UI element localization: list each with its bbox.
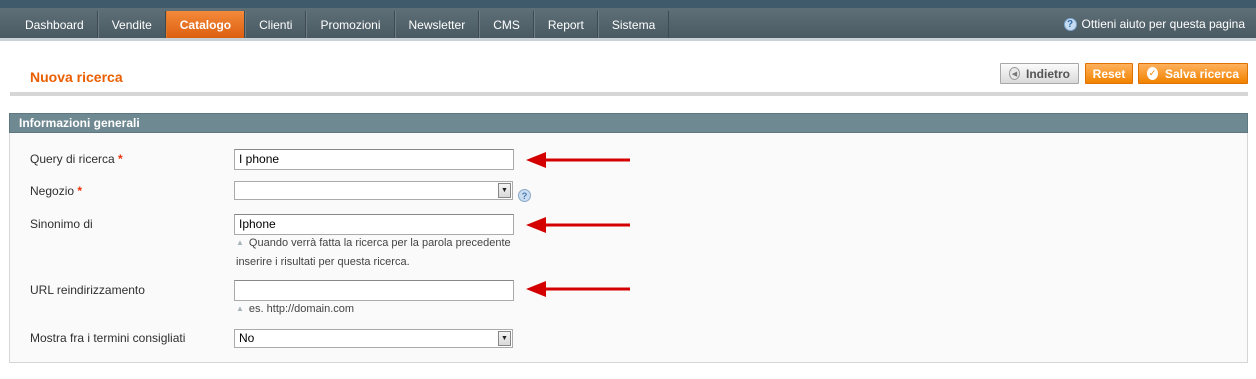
header-divider [10,92,1248,96]
nav-dashboard[interactable]: Dashboard [12,11,98,38]
nav-items: Dashboard Vendite Catalogo Clienti Promo… [12,11,670,38]
redirect-url-input[interactable] [234,280,514,301]
nav-sistema[interactable]: Sistema [597,11,670,38]
save-button-label: Salva ricerca [1164,66,1239,81]
help-icon: ? [1063,17,1077,31]
synonym-input[interactable]: Iphone [234,214,514,235]
triangle-up-icon: ▲ [236,304,244,313]
arrow-left-icon: ◀ [1009,67,1020,80]
nav-catalogo[interactable]: Catalogo [165,11,246,38]
save-search-button[interactable]: ✓ Salva ricerca [1138,63,1248,84]
suggested-label: Mostra fra i termini consigliati [30,331,186,345]
synonym-note-line2: inserire i risultati per questa ricerca. [236,256,410,268]
annotation-arrow-redirect [526,281,630,297]
nav-report[interactable]: Report [533,11,598,38]
synonym-label: Sinonimo di [30,217,93,231]
top-strip [0,0,1256,8]
nav-clienti[interactable]: Clienti [245,11,307,38]
store-label-text: Negozio [30,184,75,198]
synonym-note: ▲ Quando verrà fatta la ricerca per la pa… [236,234,511,271]
synonym-note-line1: Quando verrà fatta la ricerca per la par… [248,237,511,249]
chevron-down-icon: ▼ [498,183,511,198]
required-marker: * [118,152,123,166]
back-button-label: Indietro [1026,66,1070,81]
checkmark-icon: ✓ [1147,67,1158,80]
required-marker: * [77,184,83,198]
back-button[interactable]: ◀ Indietro [1000,63,1079,84]
query-label-text: Query di ricerca [30,152,115,166]
help-link[interactable]: ? Ottieni aiuto per questa pagina [1063,17,1245,31]
main-nav: Dashboard Vendite Catalogo Clienti Promo… [0,8,1256,41]
annotation-arrow-query [526,152,630,168]
nav-vendite[interactable]: Vendite [97,11,166,38]
redirect-note: ▲ es. http://domain.com [236,300,354,319]
annotation-arrow-synonym [526,217,630,233]
reset-button[interactable]: Reset [1085,63,1133,84]
redirect-note-text: es. http://domain.com [248,303,355,315]
page-title: Nuova ricerca [30,69,123,85]
help-icon[interactable]: ? [518,189,531,202]
help-label: Ottieni aiuto per questa pagina [1081,17,1245,31]
section-header: Informazioni generali [9,113,1248,133]
section-title: Informazioni generali [19,116,140,130]
store-select[interactable]: ▼ [234,181,513,200]
chevron-down-icon: ▼ [498,331,511,346]
search-query-input[interactable]: I phone [234,149,514,170]
store-label: Negozio * [30,184,82,198]
query-label: Query di ricerca * [30,152,123,166]
triangle-up-icon: ▲ [236,238,244,247]
nav-promozioni[interactable]: Promozioni [306,11,395,38]
nav-newsletter[interactable]: Newsletter [394,11,480,38]
suggested-terms-select[interactable]: No ▼ [234,329,513,348]
redirect-label: URL reindirizzamento [30,283,145,297]
reset-button-label: Reset [1092,66,1126,81]
nav-cms[interactable]: CMS [479,11,534,38]
suggested-select-value: No [239,331,255,345]
